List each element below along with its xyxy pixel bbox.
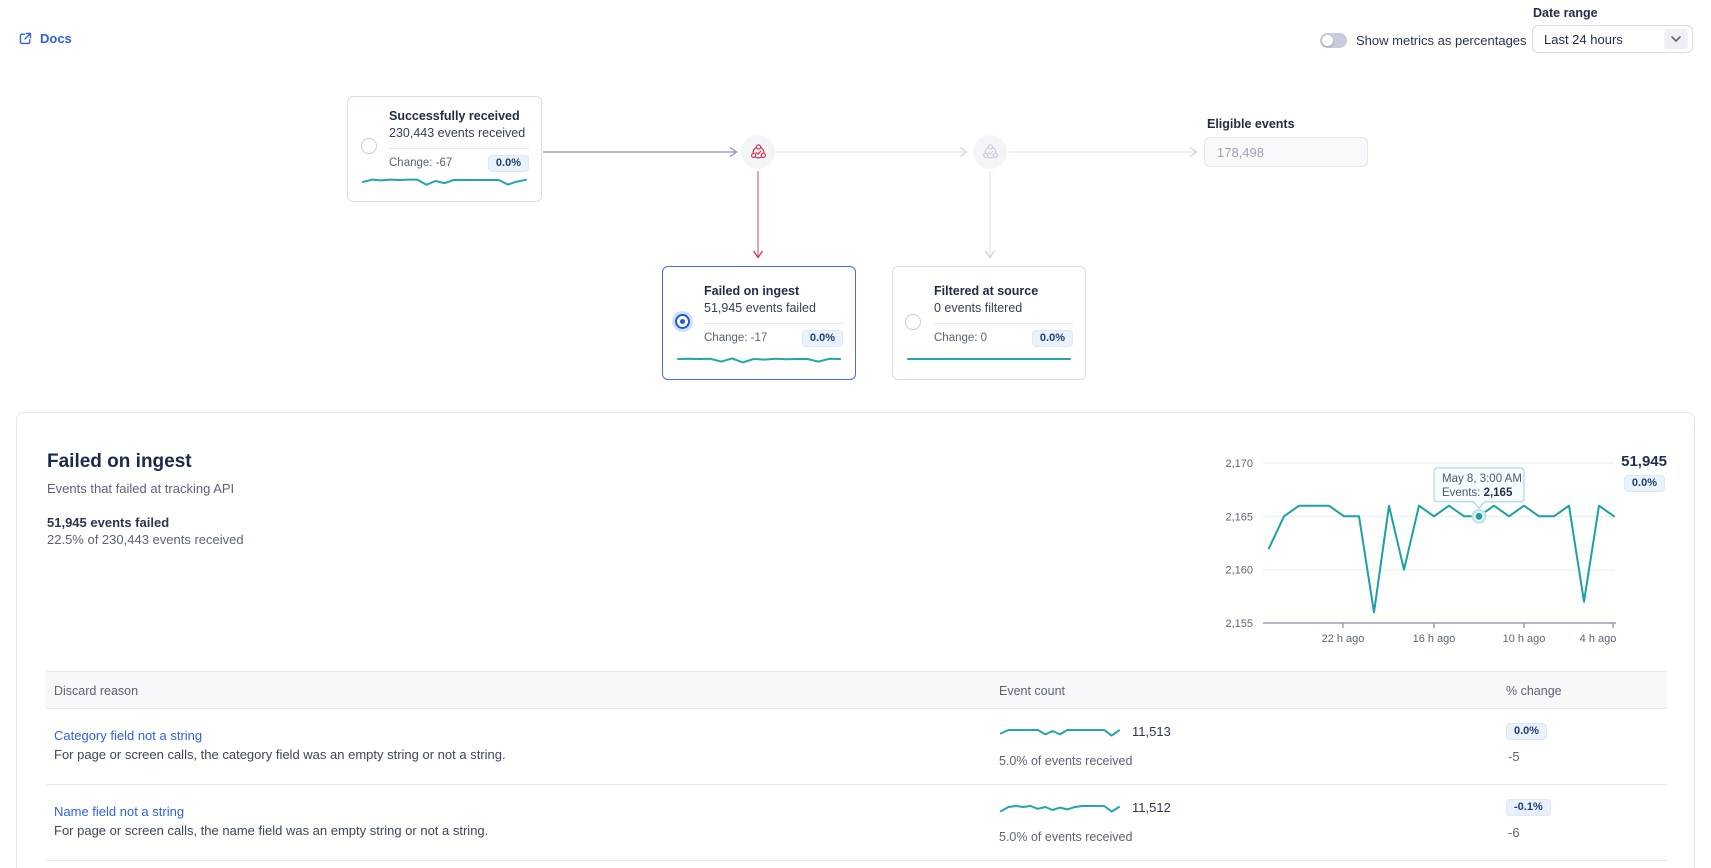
pct-change-badge: -0.1% [1506, 799, 1551, 816]
event-count-note: 5.0% of events received [999, 830, 1132, 844]
failed-on-ingest-panel: Failed on ingest Events that failed at t… [16, 412, 1695, 868]
source-filter-icon [981, 143, 1000, 162]
discard-reasons-table: Discard reason Event count % change Cate… [46, 671, 1667, 868]
panel-title: Failed on ingest [47, 451, 192, 473]
table-row: Name field not a string For page or scre… [46, 785, 1667, 861]
discard-reason-description: For page or screen calls, the category f… [54, 747, 506, 762]
change-pct-badge: 0.0% [1032, 330, 1073, 347]
change-label: Change: -67 [389, 157, 452, 169]
card-subtitle: 230,443 events received [389, 125, 529, 142]
card-title: Successfully received [389, 108, 529, 125]
svg-text:2,170: 2,170 [1225, 458, 1253, 470]
table-row: Category field not a string For page or … [46, 709, 1667, 785]
event-delivery-dashboard: Docs Show metrics as percentages Date ra… [0, 0, 1711, 868]
svg-text:10 h ago: 10 h ago [1503, 633, 1546, 645]
change-label: Change: -17 [704, 332, 767, 344]
failed-events-chart[interactable]: 2,170 2,165 2,160 2,155 22 h ago 16 h ago 10 h… [1206, 446, 1671, 651]
card-successfully-received[interactable]: Successfully received 230,443 events rec… [347, 96, 542, 202]
svg-text:16 h ago: 16 h ago [1413, 633, 1456, 645]
eligible-events-value: 178,498 [1217, 145, 1264, 160]
svg-text:4 h ago: 4 h ago [1580, 633, 1617, 645]
chart-total-pct-badge: 0.0% [1624, 475, 1665, 492]
change-pct-badge: 0.0% [488, 155, 529, 172]
table-header: Discard reason Event count % change [46, 671, 1667, 709]
column-pct-change: % change [1506, 672, 1562, 710]
svg-text:May 8, 3:00 AM: May 8, 3:00 AM [1442, 473, 1522, 485]
event-count-note: 5.0% of events received [999, 754, 1132, 768]
source-filter-node [973, 135, 1007, 169]
card-subtitle: 0 events filtered [934, 300, 1073, 317]
failed-percent-stat: 22.5% of 230,443 events received [47, 532, 244, 547]
column-event-count: Event count [999, 672, 1065, 710]
svg-text:Events: 2,165: Events: 2,165 [1442, 487, 1513, 499]
eligible-events-box: 178,498 [1204, 137, 1368, 167]
divider [704, 323, 843, 324]
card-filtered-at-source[interactable]: Filtered at source 0 events filtered Cha… [892, 266, 1086, 380]
change-pct-badge: 0.0% [802, 330, 843, 347]
row-sparkline [999, 798, 1121, 816]
ingest-failed-icon [749, 143, 768, 162]
discard-reason-link[interactable]: Category field not a string [54, 728, 202, 743]
card-failed-on-ingest[interactable]: Failed on ingest 51,945 events failed Ch… [662, 266, 856, 380]
filtered-sparkline [906, 350, 1072, 368]
radio-failed-on-ingest[interactable] [672, 311, 693, 332]
ingest-validation-node [741, 135, 775, 169]
radio-successfully-received[interactable] [361, 138, 377, 154]
divider [389, 148, 529, 149]
event-count-value: 11,513 [1132, 724, 1171, 739]
svg-text:2,160: 2,160 [1225, 565, 1253, 577]
divider [934, 323, 1073, 324]
table-row-partial [46, 861, 1667, 868]
svg-text:2,165: 2,165 [1225, 511, 1253, 523]
received-sparkline [361, 172, 528, 190]
svg-text:22 h ago: 22 h ago [1322, 633, 1365, 645]
row-sparkline [999, 722, 1121, 740]
event-count-value: 11,512 [1132, 800, 1171, 815]
radio-filtered-at-source[interactable] [905, 314, 921, 330]
card-title: Filtered at source [934, 283, 1073, 300]
change-label: Change: 0 [934, 332, 987, 344]
eligible-events-label: Eligible events [1207, 117, 1295, 131]
pct-change-badge: 0.0% [1506, 723, 1547, 740]
card-subtitle: 51,945 events failed [704, 300, 843, 317]
svg-text:2,155: 2,155 [1225, 618, 1253, 630]
failed-count-stat: 51,945 events failed [47, 515, 169, 530]
column-discard-reason: Discard reason [54, 672, 138, 710]
change-absolute: -6 [1508, 825, 1520, 840]
discard-reason-link[interactable]: Name field not a string [54, 804, 184, 819]
panel-subtitle: Events that failed at tracking API [47, 481, 234, 496]
failed-sparkline [676, 350, 842, 368]
discard-reason-description: For page or screen calls, the name field… [54, 823, 488, 838]
chart-total-value: 51,945 [1621, 453, 1667, 470]
change-absolute: -5 [1508, 749, 1520, 764]
card-title: Failed on ingest [704, 283, 843, 300]
